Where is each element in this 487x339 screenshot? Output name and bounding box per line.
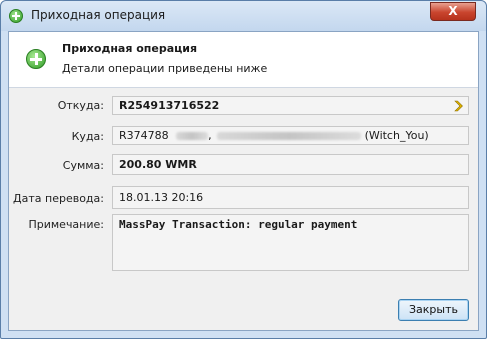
to-nickname: (Witch_You) bbox=[364, 129, 429, 142]
redacted-text bbox=[176, 132, 209, 140]
from-label: Откуда: bbox=[57, 99, 104, 112]
redacted-text bbox=[217, 132, 362, 140]
dialog-header: Приходная операция Детали операции приве… bbox=[9, 32, 478, 88]
amount-field[interactable]: 200.80 WMR bbox=[112, 154, 469, 175]
to-separator: , bbox=[208, 129, 212, 142]
window-close-button[interactable]: X bbox=[430, 2, 476, 21]
to-wmid: R374788 bbox=[119, 129, 169, 142]
chevron-right-icon[interactable] bbox=[453, 100, 465, 112]
date-label: Дата перевода: bbox=[13, 192, 104, 205]
to-field[interactable]: R374788 , (Witch_You) bbox=[112, 126, 469, 145]
window-title: Приходная операция bbox=[31, 8, 166, 22]
close-button[interactable]: Закрыть bbox=[398, 299, 469, 321]
plus-circle-icon bbox=[26, 49, 46, 69]
header-title: Приходная операция bbox=[62, 42, 198, 55]
to-label: Куда: bbox=[71, 130, 104, 143]
dialog-window: Приходная операция X Приходная операция … bbox=[0, 0, 487, 339]
plus-circle-icon bbox=[9, 9, 23, 23]
from-value: R254913716522 bbox=[119, 99, 220, 112]
header-subtitle: Детали операции приведены ниже bbox=[62, 62, 268, 75]
from-field[interactable]: R254913716522 bbox=[112, 96, 469, 115]
note-label: Примечание: bbox=[28, 218, 104, 231]
dialog-body: Приходная операция Детали операции приве… bbox=[8, 31, 479, 331]
note-field[interactable]: MassPay Transaction: regular payment bbox=[112, 214, 469, 271]
amount-label: Сумма: bbox=[62, 159, 104, 172]
date-field[interactable]: 18.01.13 20:16 bbox=[112, 186, 469, 209]
title-bar[interactable]: Приходная операция X bbox=[1, 1, 486, 31]
